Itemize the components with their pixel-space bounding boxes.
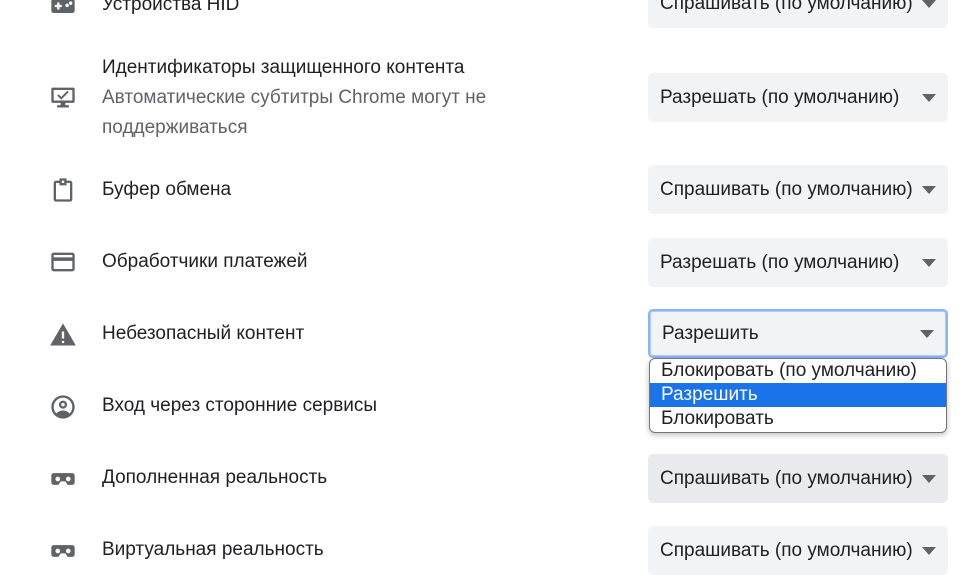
- select-value: Спрашивать (по умолчанию): [660, 539, 913, 561]
- dropdown-option-allow[interactable]: Разрешить: [650, 383, 946, 407]
- setting-label: Идентификаторы защищенного контента: [102, 57, 465, 78]
- chevron-down-icon: [922, 546, 936, 555]
- chevron-down-icon: [922, 0, 936, 8]
- dropdown-option-block-default[interactable]: Блокировать (по умолчанию): [650, 359, 946, 383]
- setting-label: Обработчики платежей: [102, 251, 308, 272]
- clipboard-icon: [48, 175, 78, 205]
- setting-select-clipboard[interactable]: Спрашивать (по умолчанию): [648, 165, 948, 214]
- setting-label: Устройства HID: [102, 0, 240, 15]
- setting-select-insecure-content[interactable]: Разрешить: [648, 309, 948, 358]
- account-circle-icon: [48, 392, 78, 422]
- setting-label: Буфер обмена: [102, 179, 232, 200]
- setting-label: Небезопасный контент: [102, 323, 305, 344]
- setting-select-payment-handlers[interactable]: Разрешать (по умолчанию): [648, 238, 948, 287]
- chevron-down-icon: [920, 329, 934, 338]
- select-value: Разрешить: [662, 322, 759, 344]
- warning-icon: [48, 320, 78, 350]
- select-value: Разрешать (по умолчанию): [660, 86, 900, 108]
- monitor-check-icon: [48, 82, 78, 112]
- setting-label: Виртуальная реальность: [102, 539, 324, 560]
- chevron-down-icon: [922, 474, 936, 483]
- setting-select-virtual-reality[interactable]: Спрашивать (по умолчанию): [648, 526, 948, 575]
- select-value: Спрашивать (по умолчанию): [660, 0, 913, 14]
- setting-label: Вход через сторонние сервисы: [102, 395, 378, 416]
- setting-select-augmented-reality[interactable]: Спрашивать (по умолчанию): [648, 454, 948, 503]
- dropdown-option-block[interactable]: Блокировать: [650, 407, 946, 431]
- chevron-down-icon: [922, 185, 936, 194]
- insecure-content-dropdown: Блокировать (по умолчанию) Разрешить Бло…: [649, 358, 947, 433]
- credit-card-icon: [48, 247, 78, 277]
- chevron-down-icon: [922, 258, 936, 267]
- setting-sublabel: Автоматические субтитры Chrome могут не …: [102, 87, 487, 138]
- gamepad-icon: [48, 0, 78, 21]
- select-value: Спрашивать (по умолчанию): [660, 467, 913, 489]
- chevron-down-icon: [922, 93, 936, 102]
- vr-headset-icon: [48, 536, 78, 566]
- ar-headset-icon: [48, 464, 78, 494]
- setting-select-protected-content[interactable]: Разрешать (по умолчанию): [648, 73, 948, 122]
- setting-select-hid[interactable]: Спрашивать (по умолчанию): [648, 0, 948, 28]
- setting-label: Дополненная реальность: [102, 467, 328, 488]
- select-value: Спрашивать (по умолчанию): [660, 178, 913, 200]
- select-value: Разрешать (по умолчанию): [660, 251, 900, 273]
